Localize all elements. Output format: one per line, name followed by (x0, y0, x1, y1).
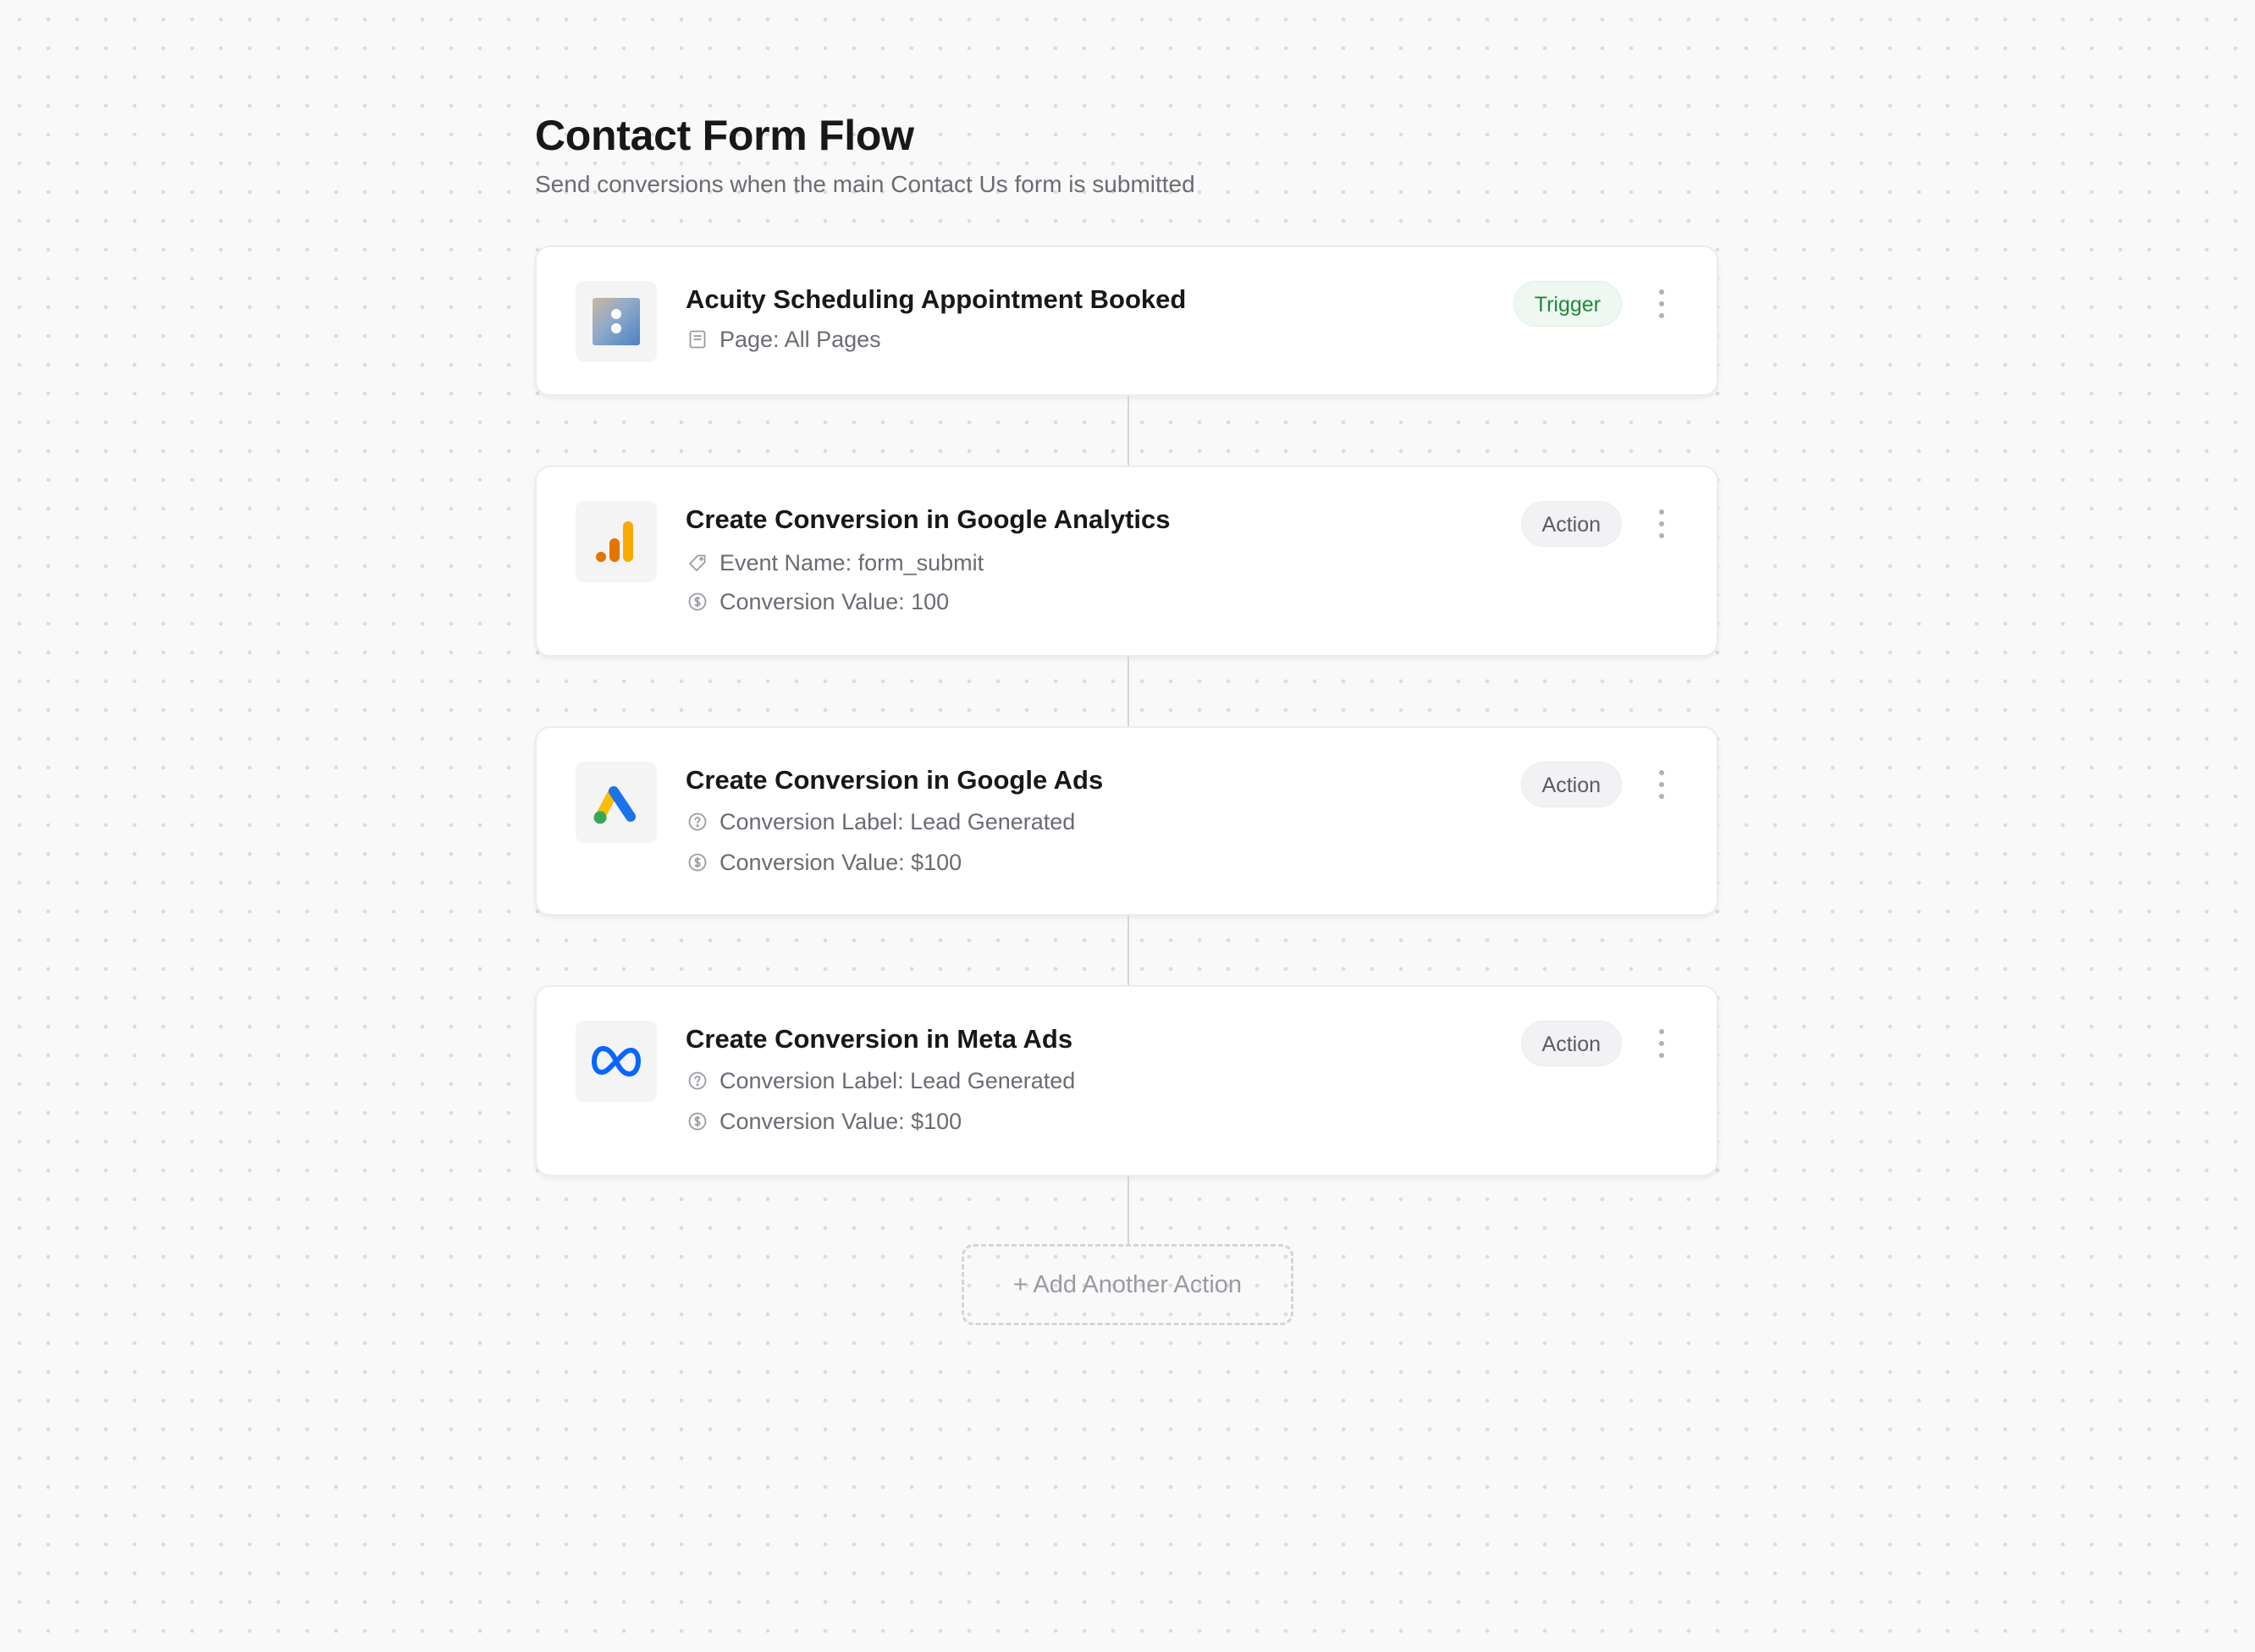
dollar-circle-icon (686, 851, 709, 874)
trigger-badge: Trigger (1513, 281, 1622, 327)
step-detail-conversion-value: Conversion Value: 100 (686, 587, 949, 616)
step-detail-text: Conversion Label: Lead Generated (720, 1068, 1076, 1093)
more-options-icon[interactable] (1656, 509, 1668, 538)
action-badge: Action (1520, 762, 1622, 807)
help-circle-icon (686, 1069, 709, 1093)
flow-connector (1128, 916, 1129, 985)
step-detail-conversion-value: Conversion Value: $100 (686, 1107, 962, 1136)
page-subtitle: Send conversions when the main Contact U… (535, 171, 1195, 197)
more-options-icon[interactable] (1656, 770, 1668, 799)
flow-connector (1128, 657, 1129, 726)
add-another-action-button[interactable]: + Add Another Action (962, 1244, 1293, 1325)
meta-logo-icon (576, 1021, 657, 1102)
step-detail-text: Page: All Pages (720, 327, 881, 352)
step-detail-conversion-value: Conversion Value: $100 (686, 848, 962, 877)
dollar-circle-icon (686, 1110, 709, 1133)
flow-step-card-trigger[interactable]: Acuity Scheduling Appointment Booked Pag… (535, 245, 1718, 396)
google-ads-logo-icon (576, 762, 657, 843)
step-detail-event-name: Event Name: form_submit (686, 548, 984, 577)
help-circle-icon (686, 810, 709, 834)
flow-step-card-google-ads[interactable]: Create Conversion in Google Ads Conversi… (535, 726, 1718, 916)
flow-connector (1128, 1176, 1129, 1244)
google-analytics-logo-icon (576, 501, 657, 582)
step-detail-text: Conversion Label: Lead Generated (720, 809, 1076, 834)
flow-header: Contact Form Flow Send conversions when … (535, 110, 1720, 200)
page-icon (686, 328, 709, 351)
step-title: Create Conversion in Google Ads (686, 765, 1104, 795)
step-detail-text: Conversion Value: $100 (720, 850, 962, 875)
flow-step-card-meta-ads[interactable]: Create Conversion in Meta Ads Conversion… (535, 985, 1718, 1176)
step-detail-page: Page: All Pages (686, 325, 881, 354)
step-detail-text: Conversion Value: $100 (720, 1109, 962, 1134)
step-detail-text: Conversion Value: 100 (720, 589, 950, 614)
step-title: Create Conversion in Google Analytics (686, 504, 1171, 534)
action-badge: Action (1520, 1021, 1622, 1066)
acuity-scheduling-logo-icon (576, 281, 657, 362)
more-options-icon[interactable] (1656, 289, 1668, 318)
step-title: Acuity Scheduling Appointment Booked (686, 284, 1187, 314)
more-options-icon[interactable] (1656, 1029, 1668, 1058)
step-detail-text: Event Name: form_submit (720, 550, 984, 575)
step-title: Create Conversion in Meta Ads (686, 1024, 1073, 1054)
page-title: Contact Form Flow (535, 112, 914, 159)
flow-step-card-google-analytics[interactable]: Create Conversion in Google Analytics Ev… (535, 465, 1718, 657)
tag-icon (686, 551, 709, 575)
flow-connector (1128, 396, 1129, 465)
dollar-circle-icon (686, 590, 709, 614)
action-badge: Action (1520, 501, 1622, 547)
step-detail-conversion-label: Conversion Label: Lead Generated (686, 807, 1075, 836)
step-detail-conversion-label: Conversion Label: Lead Generated (686, 1066, 1075, 1095)
